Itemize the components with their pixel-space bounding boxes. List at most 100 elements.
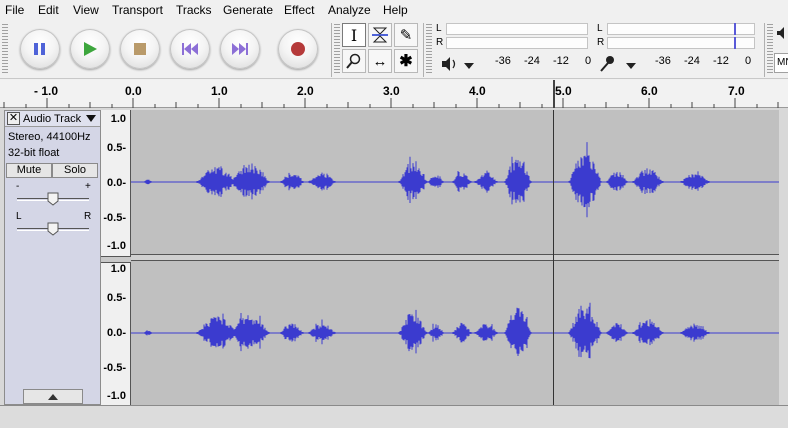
waveform-left <box>131 142 779 218</box>
collapse-track-button[interactable] <box>23 389 83 404</box>
gain-plus-label: + <box>85 181 91 192</box>
track-control-panel[interactable]: ✕ Audio Track Stereo, 44100Hz 32-bit flo… <box>4 110 101 405</box>
track-format-info: Stereo, 44100Hz <box>8 131 91 143</box>
record-button[interactable] <box>278 29 318 69</box>
amp-label: 0.0- <box>107 177 126 189</box>
menu-generate[interactable]: Generate <box>223 3 273 17</box>
menu-analyze[interactable]: Analyze <box>328 3 371 17</box>
ruler-ticks <box>3 98 779 108</box>
amp-label: -0.5- <box>103 362 126 374</box>
gain-minus-label: - <box>16 181 20 192</box>
menu-effect[interactable]: Effect <box>284 3 314 17</box>
amp-label: -1.0 <box>107 390 126 402</box>
menu-view[interactable]: View <box>73 3 99 17</box>
playback-scale-12: -12 <box>553 55 569 67</box>
channel-divider <box>101 256 131 263</box>
meter-right-label: R <box>436 37 444 48</box>
selection-tool[interactable]: I <box>342 23 366 47</box>
chevron-up-icon <box>48 394 58 400</box>
volume-speaker-icon <box>776 26 788 43</box>
device-button[interactable]: MN <box>774 53 788 73</box>
mute-label: Mute <box>16 164 42 176</box>
close-track-button[interactable]: ✕ <box>7 112 20 125</box>
play-icon <box>84 42 97 56</box>
stop-button[interactable] <box>120 29 160 69</box>
toolbar-separator <box>423 23 424 77</box>
waveform-channel-left[interactable] <box>131 110 779 254</box>
envelope-icon <box>372 27 388 43</box>
meter-grip[interactable] <box>426 24 432 74</box>
amp-label: -1.0 <box>107 240 126 252</box>
record-scale-24: -24 <box>684 55 700 67</box>
record-icon <box>291 42 305 56</box>
envelope-tool[interactable] <box>368 23 392 47</box>
zoom-tool[interactable] <box>342 49 366 73</box>
amp-label: 1.0 <box>110 113 126 125</box>
speaker-dropdown[interactable] <box>440 55 478 73</box>
playback-scale-24: -24 <box>524 55 540 67</box>
mute-button[interactable]: Mute <box>6 163 52 178</box>
pan-slider-thumb[interactable] <box>47 222 59 236</box>
menu-edit[interactable]: Edit <box>38 3 59 17</box>
draw-tool[interactable]: ✎ <box>394 23 418 47</box>
pause-icon <box>34 43 45 55</box>
menu-tracks[interactable]: Tracks <box>176 3 212 17</box>
play-button[interactable] <box>70 29 110 69</box>
tools-grip[interactable] <box>334 24 340 74</box>
i-beam-icon: I <box>350 25 358 45</box>
track-header: ✕ Audio Track <box>5 111 100 127</box>
solo-button[interactable]: Solo <box>52 163 98 178</box>
track-area: ✕ Audio Track Stereo, 44100Hz 32-bit flo… <box>0 108 788 408</box>
microphone-dropdown[interactable] <box>598 55 640 73</box>
track-bitdepth-info: 32-bit float <box>8 147 60 159</box>
skip-to-start-button[interactable] <box>170 29 210 69</box>
channel-separator <box>131 254 779 261</box>
record-meter-right[interactable] <box>607 37 755 49</box>
vertical-amplitude-ruler[interactable]: 1.0 0.5- 0.0- -0.5- -1.0 1.0 0.5- 0.0- -… <box>101 110 131 405</box>
playback-meter-right[interactable] <box>446 37 588 49</box>
record-meter-left[interactable] <box>607 23 755 35</box>
pan-slider[interactable] <box>17 222 89 236</box>
track-name[interactable]: Audio Track <box>23 113 81 125</box>
waveform-channel-right[interactable] <box>131 261 779 405</box>
playback-meter-left[interactable] <box>446 23 588 35</box>
pencil-icon: ✎ <box>399 27 413 44</box>
amp-label: -0.5- <box>103 212 126 224</box>
waveform-path <box>144 142 710 218</box>
amp-label: 0.5- <box>107 292 126 304</box>
device-label: MN <box>777 57 788 68</box>
timeline-ruler[interactable]: - 1.0 0.0 1.0 2.0 3.0 4.0 5.0 6.0 7.0 <box>0 80 788 108</box>
toolbar-grip[interactable] <box>2 24 8 74</box>
microphone-icon <box>600 56 636 72</box>
record-scale-0: 0 <box>745 55 752 67</box>
pause-button[interactable] <box>20 29 60 69</box>
speaker-icon <box>442 57 474 71</box>
menu-help[interactable]: Help <box>383 3 408 17</box>
playback-scale-36: -36 <box>495 55 511 67</box>
mixer-grip[interactable] <box>767 24 773 74</box>
pan-left-label: L <box>16 211 22 222</box>
track-menu-chevron-down-icon[interactable] <box>85 114 97 124</box>
timeshift-tool[interactable]: ↔ <box>368 49 392 73</box>
skip-to-end-icon <box>232 43 248 55</box>
amp-label: 1.0 <box>110 263 126 275</box>
magnifier-icon <box>346 53 361 69</box>
playhead-cursor-line <box>553 110 554 405</box>
menu-file[interactable]: File <box>5 3 24 17</box>
skip-to-start-icon <box>182 43 198 55</box>
solo-label: Solo <box>63 164 87 176</box>
skip-to-end-button[interactable] <box>220 29 260 69</box>
menu-bar: File Edit View Transport Tracks Generate… <box>0 0 788 20</box>
playback-scale-0: 0 <box>585 55 592 67</box>
menu-transport[interactable]: Transport <box>112 3 163 17</box>
pan-right-label: R <box>84 211 92 222</box>
multi-tool[interactable]: ✱ <box>394 49 418 73</box>
waveform-right <box>131 302 779 359</box>
toolbar-separator <box>764 23 765 77</box>
record-scale-36: -36 <box>655 55 671 67</box>
gain-slider-thumb[interactable] <box>47 192 59 206</box>
double-arrow-icon: ↔ <box>372 52 388 70</box>
gain-slider[interactable] <box>17 192 89 206</box>
toolbar-area: I ✎ ↔ ✱ L R -36 -24 -12 0 L R -36 -24 -1… <box>0 20 788 79</box>
stop-icon <box>134 43 146 55</box>
